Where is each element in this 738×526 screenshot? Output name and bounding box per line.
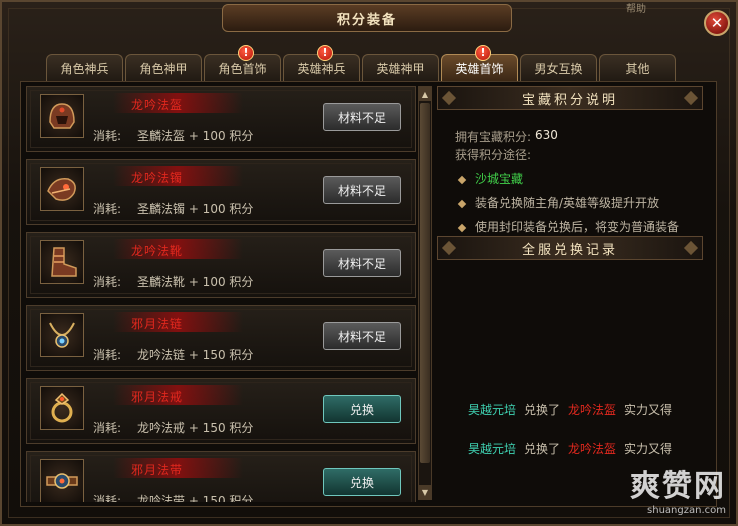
ornament-icon [441, 90, 457, 106]
alert-badge-icon: ! [317, 45, 333, 61]
boots-icon [40, 240, 84, 284]
necklace-icon [40, 313, 84, 357]
item-name: 邪月法戒 [131, 390, 184, 404]
tab-3[interactable]: 角色首饰! [204, 45, 281, 81]
tab-label: 男女互换 [534, 61, 583, 76]
item-name: 龙吟法靴 [131, 244, 184, 258]
cost-label: 消耗: [93, 129, 122, 143]
tab-7[interactable]: 男女互换 [520, 54, 597, 81]
item-name: 龙吟法镯 [131, 171, 184, 185]
help-link[interactable]: 帮助 [626, 0, 646, 15]
close-button[interactable]: ✕ [704, 10, 730, 36]
tab-5[interactable]: 英雄神甲 [362, 54, 439, 81]
bracelet-icon [40, 167, 84, 211]
ring-icon [40, 386, 84, 430]
scroll-down-button[interactable]: ▼ [419, 485, 431, 499]
ornament-icon [441, 240, 457, 256]
points-info-title: 宝藏积分说明 [521, 92, 618, 108]
watermark-title: 爽赞网 [630, 469, 726, 504]
record-item[interactable]: 龙吟法盔 [568, 401, 616, 418]
tab-label: 角色神甲 [139, 61, 188, 76]
cost-value: 龙吟法带 + 150 积分 [137, 494, 254, 502]
bullet-icon [457, 175, 467, 184]
tab-4[interactable]: 英雄神兵! [283, 45, 360, 81]
owned-points-value: 630 [535, 128, 558, 142]
tab-label: 英雄首饰 [455, 61, 504, 76]
window-title: 积分装备 [336, 12, 397, 28]
equipment-list: 龙吟法盔 消耗: 圣麟法盔 + 100 积分 材料不足 龙吟法镯 消耗: 圣麟法镯 + 10… [26, 86, 416, 502]
insufficient-materials-button[interactable]: 材料不足 [323, 322, 401, 350]
tab-label: 其他 [625, 61, 650, 76]
list-scrollbar[interactable]: ▲ ▼ [418, 86, 432, 500]
points-way-text: 使用封印装备兑换后，将变为普通装备 [475, 220, 680, 234]
alert-badge-icon: ! [238, 45, 254, 61]
record-player[interactable]: 昊越元培 [468, 440, 516, 457]
points-info-header: 宝藏积分说明 [437, 86, 703, 110]
owned-points-label: 拥有宝藏积分: [455, 130, 532, 144]
cost-label: 消耗: [93, 421, 122, 435]
tab-label: 角色神兵 [60, 61, 109, 76]
item-name: 龙吟法盔 [131, 98, 184, 112]
record-player[interactable]: 昊越元培 [468, 401, 516, 418]
cost-value: 圣麟法镯 + 100 积分 [137, 202, 254, 216]
tab-label: 英雄神甲 [376, 61, 425, 76]
records-header: 全服兑换记录 [437, 236, 703, 260]
cost-label: 消耗: [93, 202, 122, 216]
insufficient-materials-button[interactable]: 材料不足 [323, 103, 401, 131]
alert-badge-icon: ! [475, 45, 491, 61]
tab-label: 英雄神兵 [297, 61, 346, 76]
cost-label: 消耗: [93, 348, 122, 362]
points-way-text[interactable]: 沙城宝藏 [475, 172, 523, 186]
points-way-item: 装备兑换随主角/英雄等级提升开放 [457, 194, 660, 211]
record-suffix: 实力又得 [624, 403, 673, 417]
insufficient-materials-button[interactable]: 材料不足 [323, 176, 401, 204]
exchange-button[interactable]: 兑换 [323, 468, 401, 496]
info-panel: 宝藏积分说明 拥有宝藏积分: 630 获得积分途径: 沙城宝藏装备兑换随主角/英… [437, 86, 703, 502]
record-action: 兑换了 [523, 403, 560, 417]
tab-label: 角色首饰 [218, 61, 267, 76]
equipment-row: 龙吟法靴消耗: 圣麟法靴 + 100 积分 材料不足 [26, 232, 416, 298]
equipment-row: 龙吟法镯消耗: 圣麟法镯 + 100 积分 材料不足 [26, 159, 416, 225]
exchange-button[interactable]: 兑换 [323, 395, 401, 423]
title-bar: 积分装备 [222, 4, 512, 32]
cost-value: 龙吟法戒 + 150 积分 [137, 421, 254, 435]
record-suffix: 实力又得 [624, 442, 673, 456]
bullet-icon [457, 199, 467, 208]
ways-label: 获得积分途径: [455, 148, 532, 162]
record-action: 兑换了 [523, 442, 560, 456]
watermark: 爽赞网 shuangzan.com [630, 461, 726, 516]
tab-6[interactable]: 英雄首饰! [441, 45, 518, 81]
equipment-row: 龙吟法盔消耗: 圣麟法盔 + 100 积分 材料不足 [26, 86, 416, 152]
points-way-item: 沙城宝藏 [457, 170, 523, 187]
tab-8[interactable]: 其他 [599, 54, 676, 81]
tab-2[interactable]: 角色神甲 [125, 54, 202, 81]
points-way-item: 使用封印装备兑换后，将变为普通装备 [457, 218, 680, 235]
insufficient-materials-button[interactable]: 材料不足 [323, 249, 401, 277]
ornament-icon [683, 240, 699, 256]
belt-icon [40, 459, 84, 502]
equipment-row: 邪月法链消耗: 龙吟法链 + 150 积分 材料不足 [26, 305, 416, 371]
scroll-up-button[interactable]: ▲ [419, 87, 431, 101]
equipment-row: 邪月法带消耗: 龙吟法带 + 150 积分 兑换 [26, 451, 416, 502]
ornament-icon [683, 90, 699, 106]
exchange-record: 昊越元培 兑换了 龙吟法盔 实力又得 [437, 401, 703, 418]
bullet-icon [457, 223, 467, 232]
cost-label: 消耗: [93, 494, 122, 502]
equipment-row: 邪月法戒消耗: 龙吟法戒 + 150 积分 兑换 [26, 378, 416, 444]
cost-label: 消耗: [93, 275, 122, 289]
records-title: 全服兑换记录 [521, 242, 618, 258]
cost-value: 圣麟法靴 + 100 积分 [137, 275, 254, 289]
item-name: 邪月法链 [131, 317, 184, 331]
record-item[interactable]: 龙吟法盔 [568, 440, 616, 457]
points-way-text: 装备兑换随主角/英雄等级提升开放 [475, 196, 660, 210]
cost-value: 龙吟法链 + 150 积分 [137, 348, 254, 362]
item-name: 邪月法带 [131, 463, 184, 477]
watermark-url: shuangzan.com [647, 505, 726, 516]
scroll-thumb[interactable] [420, 103, 430, 463]
cost-value: 圣麟法盔 + 100 积分 [137, 129, 254, 143]
helmet-icon [40, 94, 84, 138]
tab-1[interactable]: 角色神兵 [46, 54, 123, 81]
exchange-record: 昊越元培 兑换了 龙吟法盔 实力又得 [437, 440, 703, 457]
tab-bar: 角色神兵 角色神甲 角色首饰! 英雄神兵! 英雄神甲 英雄首饰! 男女互换 其他 [46, 45, 676, 81]
